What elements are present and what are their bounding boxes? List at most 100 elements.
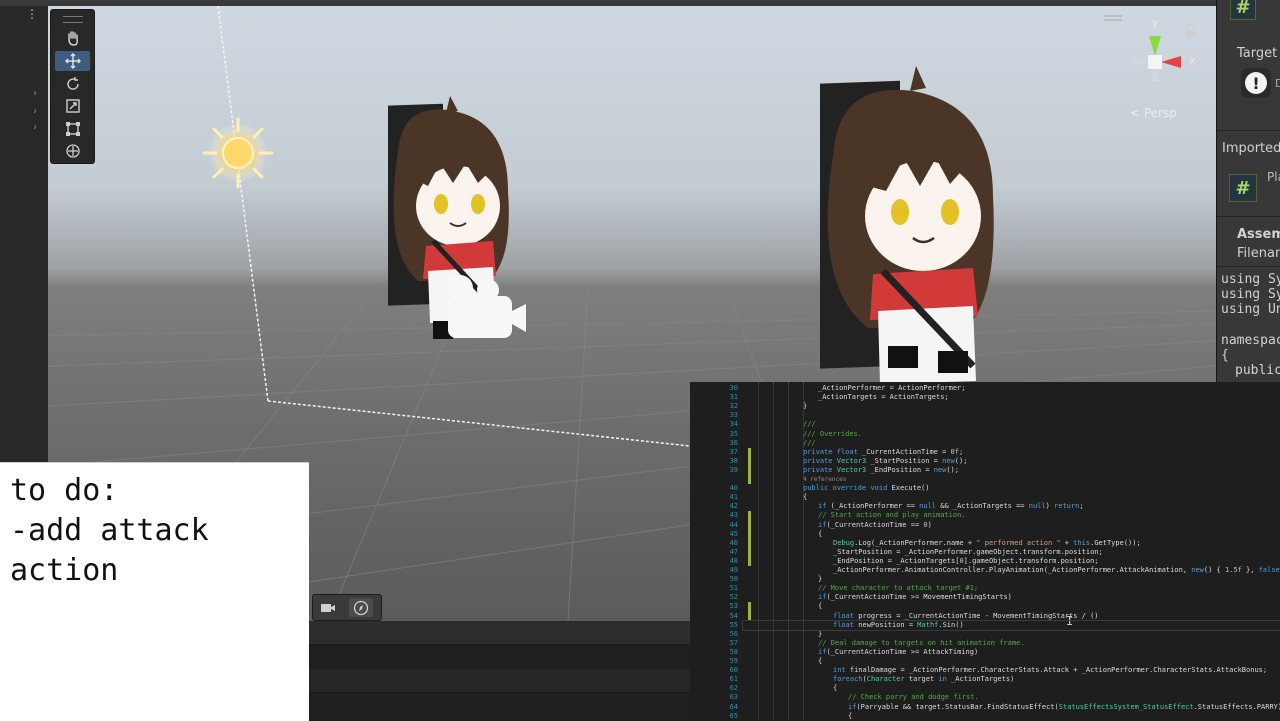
line-number: 42 bbox=[729, 502, 738, 511]
line-number: 53 bbox=[729, 602, 738, 611]
orientation-gizmo[interactable] bbox=[1133, 36, 1181, 82]
code-line[interactable]: private float _CurrentActionTime = 0f; bbox=[803, 448, 963, 457]
expand-arrow-icon[interactable]: › bbox=[33, 122, 37, 133]
lock-icon[interactable] bbox=[1186, 24, 1195, 37]
line-number: 45 bbox=[729, 529, 738, 538]
change-indicator bbox=[748, 602, 751, 621]
directional-light-icon[interactable] bbox=[202, 117, 274, 189]
inspector-divider bbox=[1217, 130, 1280, 131]
code-line[interactable]: private Vector3 _EndPosition = new(); bbox=[803, 466, 959, 475]
transform-tool-icon[interactable] bbox=[55, 141, 90, 161]
code-preview-line: { bbox=[1221, 348, 1229, 363]
inspector-divider bbox=[1217, 266, 1280, 267]
line-number: 35 bbox=[729, 429, 738, 438]
kebab-menu-icon[interactable]: ⋮ bbox=[26, 8, 38, 20]
line-number: 30 bbox=[729, 384, 738, 392]
palette-drag-handle[interactable] bbox=[63, 16, 83, 23]
panel-row bbox=[309, 669, 690, 693]
code-preview-line: public c bbox=[1235, 363, 1280, 378]
code-line[interactable]: _EndPosition = _ActionTargets[0].gameObj… bbox=[833, 557, 1099, 566]
code-line[interactable]: _ActionTargets = ActionTargets; bbox=[818, 393, 949, 402]
change-indicator bbox=[748, 511, 751, 557]
code-line[interactable]: _StartPosition = _ActionPerformer.gameOb… bbox=[833, 548, 1103, 557]
indent-guide bbox=[788, 382, 789, 720]
code-line[interactable]: if(_CurrentActionTime == 0) bbox=[818, 521, 932, 530]
gizmo-menu-icon[interactable] bbox=[1104, 15, 1122, 21]
code-line[interactable]: if(_CurrentActionTime >= MovementTimingS… bbox=[818, 593, 1012, 602]
todo-note: to do: -add attack action bbox=[0, 462, 309, 721]
line-number: 36 bbox=[729, 438, 738, 447]
line-number-gutter: 30 31 32 33 34 35 36 37 38 39 40 41 42 43 44 45 46 47 48 49… bbox=[690, 382, 740, 720]
line-number: 40 bbox=[729, 484, 738, 493]
code-line[interactable]: Debug.Log(_ActionPerformer.name + " perf… bbox=[833, 539, 1141, 548]
line-number: 52 bbox=[729, 593, 738, 602]
panel-tab-bar bbox=[309, 621, 690, 645]
compass-icon[interactable] bbox=[349, 598, 373, 617]
code-line[interactable]: } bbox=[818, 630, 822, 639]
code-line[interactable]: } bbox=[818, 575, 822, 584]
code-line[interactable]: private Vector3 _StartPosition = new(); bbox=[803, 457, 967, 466]
todo-line: -add attack bbox=[10, 513, 209, 548]
rotate-tool-icon[interactable] bbox=[55, 74, 90, 94]
scene-camera-icon[interactable] bbox=[316, 598, 340, 617]
indent-guide bbox=[803, 382, 804, 720]
code-line[interactable]: { bbox=[833, 684, 837, 693]
bottom-panel bbox=[309, 621, 690, 720]
rect-tool-icon[interactable] bbox=[55, 119, 90, 139]
code-line[interactable]: if(Parryable && target.StatusBar.FindSta… bbox=[848, 703, 1280, 712]
todo-line: to do: bbox=[10, 473, 119, 508]
code-line[interactable]: { bbox=[848, 712, 852, 720]
line-number: 38 bbox=[729, 456, 738, 465]
line-number: 43 bbox=[729, 511, 738, 520]
code-line[interactable]: _ActionPerformer.AnimationController.Pla… bbox=[833, 566, 1280, 575]
hierarchy-panel: ⋮ › › › bbox=[0, 6, 49, 466]
expand-arrow-icon[interactable]: › bbox=[33, 106, 37, 117]
code-line[interactable]: foreach(Character target in _ActionTarge… bbox=[833, 675, 1014, 684]
expand-arrow-icon[interactable]: › bbox=[33, 88, 37, 99]
scale-tool-icon[interactable] bbox=[55, 96, 90, 116]
camera-gizmo-icon[interactable] bbox=[447, 275, 526, 338]
character-sprite-right[interactable] bbox=[820, 66, 994, 384]
line-number: 57 bbox=[729, 638, 738, 647]
hand-tool-icon[interactable] bbox=[55, 28, 90, 48]
code-line[interactable]: /// bbox=[803, 439, 816, 448]
line-number: 41 bbox=[729, 493, 738, 502]
code-line[interactable]: _ActionPerformer = ActionPerformer; bbox=[818, 384, 966, 393]
indent-guide bbox=[758, 382, 759, 720]
gizmo-y-label: y bbox=[1152, 16, 1159, 29]
todo-line: action bbox=[10, 553, 119, 588]
code-line[interactable]: // Move character to attack target #1; bbox=[818, 584, 978, 593]
code-editor[interactable]: 30 31 32 33 34 35 36 37 38 39 40 41 42 43 44 45 46 47 48 49… bbox=[690, 382, 1280, 720]
code-line[interactable]: if (_ActionPerformer == null && _ActionT… bbox=[818, 502, 1084, 511]
code-line[interactable]: /// bbox=[803, 420, 816, 429]
filename-label: Filenam bbox=[1237, 246, 1280, 261]
scene-overlay-toggles bbox=[312, 594, 382, 621]
line-number: 65 bbox=[729, 711, 738, 720]
code-line[interactable]: // Start action and play animation. bbox=[818, 511, 966, 520]
code-line[interactable]: public override void Execute() bbox=[803, 484, 929, 493]
perspective-toggle[interactable]: < Persp bbox=[1130, 106, 1177, 120]
line-number: 64 bbox=[729, 702, 738, 711]
move-tool-icon[interactable] bbox=[55, 51, 90, 71]
current-line-highlight bbox=[742, 619, 1280, 631]
code-line[interactable]: int finalDamage = _ActionPerformer.Chara… bbox=[833, 666, 1267, 675]
line-number: 60 bbox=[729, 666, 738, 675]
code-line[interactable]: // Check parry and dodge first. bbox=[848, 693, 979, 702]
code-line[interactable]: // Deal damage to targets on hit animati… bbox=[818, 639, 1025, 648]
code-preview-line: using Syst bbox=[1221, 272, 1280, 287]
line-number: 44 bbox=[729, 520, 738, 529]
exclamation-icon: ! bbox=[1245, 72, 1267, 94]
code-line[interactable]: { bbox=[818, 530, 822, 539]
code-preview-line: using Unit bbox=[1221, 302, 1280, 317]
code-line[interactable]: if(_CurrentActionTime >= AttackTiming) bbox=[818, 648, 978, 657]
line-number: 61 bbox=[729, 675, 738, 684]
code-line[interactable]: /// Overrides. bbox=[803, 430, 862, 439]
code-line[interactable]: { bbox=[818, 657, 822, 666]
code-line[interactable]: { bbox=[818, 602, 822, 611]
todo-note-text: to do: -add attack action bbox=[10, 471, 209, 591]
code-line[interactable]: 4 references bbox=[803, 475, 846, 484]
line-number: 39 bbox=[729, 465, 738, 474]
csharp-script-icon: # bbox=[1230, 0, 1256, 20]
line-number: 58 bbox=[729, 647, 738, 656]
imported-object-label: Imported bbox=[1222, 141, 1280, 156]
